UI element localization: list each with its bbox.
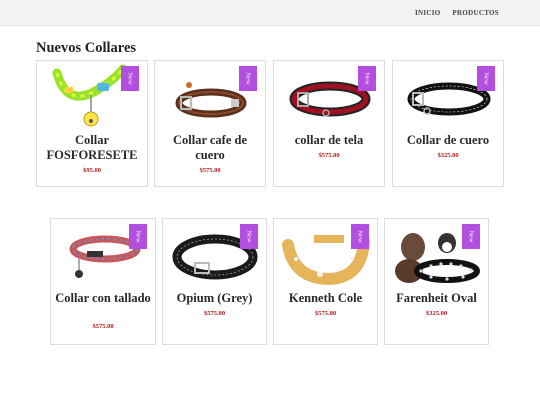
new-badge: New [121, 66, 139, 91]
product-title[interactable]: Collar de cuero [397, 133, 499, 148]
product-title[interactable]: Kenneth Cole [278, 291, 373, 306]
product-price: $575.00 [92, 323, 114, 330]
product-card[interactable]: New Opium (Grey) $575.00 [162, 218, 267, 345]
product-price: $575.00 [314, 310, 337, 317]
product-title[interactable]: collar de tela [278, 133, 380, 148]
page-title: Nuevos Collares [36, 40, 137, 56]
product-title[interactable]: Collar cafe de cuero [159, 133, 261, 163]
nav-inicio-link[interactable]: INICIO [415, 9, 441, 17]
nav-productos-link[interactable]: PRODUCTOS [452, 9, 499, 17]
new-badge: New [129, 224, 147, 249]
product-card[interactable]: New Collar FOSFORESETE $95.00 [36, 60, 148, 187]
product-card[interactable]: New Kenneth Cole $575.00 [273, 218, 378, 345]
product-price: $575.00 [199, 167, 221, 174]
new-badge: New [351, 224, 369, 249]
product-card[interactable]: New Collar cafe de cuero $575.00 [154, 60, 266, 187]
product-price: $95.00 [83, 167, 101, 174]
top-nav-bar: INICIO PRODUCTOS [0, 0, 540, 26]
new-badge: New [239, 66, 257, 91]
product-card[interactable]: New Farenheit Oval $325.00 [384, 218, 489, 345]
main-nav: INICIO PRODUCTOS [415, 9, 499, 17]
product-card[interactable]: New Collar de cuero $325.00 [392, 60, 504, 187]
new-badge: New [240, 224, 258, 249]
product-title[interactable]: Collar FOSFORESETE [41, 133, 143, 163]
product-title[interactable]: Farenheit Oval [389, 291, 484, 306]
product-price: $575.00 [318, 152, 340, 159]
product-title[interactable]: Opium (Grey) [167, 291, 262, 306]
product-card[interactable]: New Collar con tallado $575.00 [50, 218, 156, 345]
new-badge: New [477, 66, 495, 91]
new-badge: New [358, 66, 376, 91]
product-card[interactable]: New collar de tela $575.00 [273, 60, 385, 187]
product-price: $325.00 [425, 310, 448, 317]
new-badge: New [462, 224, 480, 249]
product-price: $575.00 [203, 310, 226, 317]
product-price: $325.00 [437, 152, 459, 159]
product-title[interactable]: Collar con tallado [55, 291, 151, 306]
